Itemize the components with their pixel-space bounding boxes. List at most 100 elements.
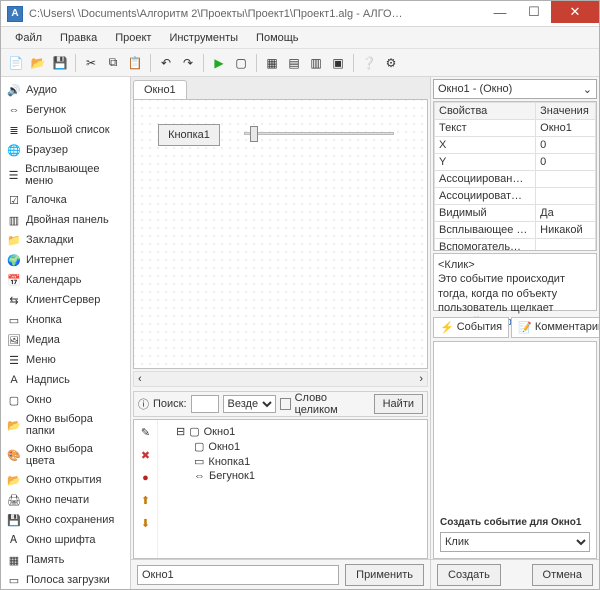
designer-canvas[interactable]: Кнопка1 <box>133 99 428 369</box>
undo-icon[interactable]: ↶ <box>157 54 175 72</box>
app-icon: A <box>7 6 23 22</box>
toolbox-label: Аудио <box>26 84 57 96</box>
tree-root-label: Окно1 <box>204 426 236 438</box>
apply-button[interactable]: Применить <box>345 564 424 586</box>
toolbox-label: Закладки <box>26 234 74 246</box>
design-button1[interactable]: Кнопка1 <box>158 124 220 146</box>
toolbox-item[interactable]: ≣Большой список <box>3 121 128 139</box>
toolbox-label: Кнопка <box>26 314 62 326</box>
object-tree-panel: ✎ ✖ ● ⬆ ⬇ ⊟▢Окно1 ▢Окно1 ▭Кнопка1 ⇔Бегун… <box>133 419 428 559</box>
toolbox-item[interactable]: ▦Память <box>3 551 128 569</box>
object-tree[interactable]: ⊟▢Окно1 ▢Окно1 ▭Кнопка1 ⇔Бегунок1 <box>158 420 427 558</box>
toolbox-item[interactable]: 🔊 Аудио <box>3 81 128 99</box>
toolbox-icon: ⇆ <box>7 293 21 307</box>
toolbox-icon: 🔊 <box>7 83 21 97</box>
slider-icon: ⇔ <box>194 470 205 482</box>
find-button[interactable]: Найти <box>374 394 423 414</box>
toolbox-item[interactable]: ☰Меню <box>3 351 128 369</box>
tree-edit-icon[interactable]: ✎ <box>141 426 150 439</box>
note-icon: 📝 <box>518 321 532 334</box>
menu-help[interactable]: Помощь <box>248 30 307 46</box>
copy-icon[interactable]: ⧉ <box>104 54 122 72</box>
info-icon[interactable]: ⓘ <box>138 396 149 412</box>
tab-comments[interactable]: 📝Комментарии <box>511 317 599 338</box>
search-scope-select[interactable]: Везде <box>223 395 276 413</box>
menu-project[interactable]: Проект <box>107 30 159 46</box>
toolbox-item[interactable]: 💾Окно сохранения <box>3 511 128 529</box>
tab-window1[interactable]: Окно1 <box>133 80 187 99</box>
toolbox-item[interactable]: ▥Двойная панель <box>3 211 128 229</box>
collapse-icon[interactable]: ⊟ <box>176 425 185 438</box>
tool-icon-4[interactable]: ▣ <box>329 54 347 72</box>
paste-icon[interactable]: 📋 <box>126 54 144 72</box>
close-button[interactable]: ✕ <box>551 1 599 23</box>
toolbox-item[interactable]: ᎪОкно шрифта <box>3 531 128 549</box>
menubar: Файл Правка Проект Инструменты Помощь <box>1 27 599 49</box>
new-icon[interactable]: 📄 <box>7 54 25 72</box>
toolbox-label: Календарь <box>26 274 82 286</box>
stop-icon[interactable]: ▢ <box>232 54 250 72</box>
create-button[interactable]: Создать <box>437 564 501 586</box>
event-type-select[interactable]: Клик <box>440 532 590 552</box>
toolbox-item[interactable]: 📂Окно выбора папки <box>3 411 128 439</box>
toolbox-icon: ☰ <box>7 353 21 367</box>
toolbox-item[interactable]: ▭Кнопка <box>3 311 128 329</box>
menu-tools[interactable]: Инструменты <box>161 30 246 46</box>
save-icon[interactable]: 💾 <box>51 54 69 72</box>
toolbox-item[interactable]: 🖨Окно печати <box>3 491 128 509</box>
properties-grid[interactable]: СвойстваЗначенияТекстОкно1X0Y0Ассоцииров… <box>433 101 597 251</box>
run-icon[interactable]: ▶ <box>210 54 228 72</box>
toolbox-item[interactable]: 📂 Окно открытия <box>3 471 128 489</box>
menu-edit[interactable]: Правка <box>52 30 105 46</box>
toolbox-icon: ▦ <box>7 553 21 567</box>
lightning-icon: ⚡ <box>440 321 454 334</box>
toolbox-label: Всплывающее меню <box>25 163 124 187</box>
toolbox-item[interactable]: ▭Полоса загрузки <box>3 571 128 589</box>
tree-record-icon[interactable]: ● <box>142 472 149 484</box>
search-input[interactable] <box>191 395 219 413</box>
cut-icon[interactable]: ✂ <box>82 54 100 72</box>
toolbox-icon: ▭ <box>7 573 21 587</box>
toolbox-item[interactable]: ☑Галочка <box>3 191 128 209</box>
toolbox-label: Большой список <box>26 124 110 136</box>
toolbox-item[interactable]: AНадпись <box>3 371 128 389</box>
help-icon[interactable]: ❔ <box>360 54 378 72</box>
toolbox-icon: 📂 <box>7 473 21 487</box>
toolbox-label: Надпись <box>26 374 70 386</box>
toolbox-item[interactable]: 🌐Браузер <box>3 141 128 159</box>
minimize-button[interactable]: — <box>483 1 517 23</box>
toolbox-label: Окно открытия <box>26 474 102 486</box>
tree-delete-icon[interactable]: ✖ <box>141 449 150 462</box>
settings-icon[interactable]: ⚙ <box>382 54 400 72</box>
tool-icon-2[interactable]: ▤ <box>285 54 303 72</box>
tool-icon-3[interactable]: ▥ <box>307 54 325 72</box>
toolbox-item[interactable]: 🖼Медиа <box>3 331 128 349</box>
tree-up-icon[interactable]: ⬆ <box>141 494 150 507</box>
toolbox-icon: 🖼 <box>7 333 21 347</box>
toolbox-item[interactable]: 🎨Окно выбора цвета <box>3 441 128 469</box>
menu-file[interactable]: Файл <box>7 30 50 46</box>
toolbox-label: Бегунок <box>26 104 66 116</box>
redo-icon[interactable]: ↷ <box>179 54 197 72</box>
tree-down-icon[interactable]: ⬇ <box>141 517 150 530</box>
maximize-button[interactable]: ☐ <box>517 1 551 23</box>
design-slider1[interactable] <box>244 122 394 144</box>
tool-icon-1[interactable]: ▦ <box>263 54 281 72</box>
canvas-scrollbar[interactable]: ‹› <box>133 371 428 387</box>
toolbox-item[interactable]: ⇆КлиентСервер <box>3 291 128 309</box>
tab-events[interactable]: ⚡События <box>433 317 509 338</box>
toolbox-item[interactable]: ⇔Бегунок <box>3 101 128 119</box>
toolbox-item[interactable]: 🌍Интернет <box>3 251 128 269</box>
toolbox-item[interactable]: 📅Календарь <box>3 271 128 289</box>
toolbox-item[interactable]: ▢Окно <box>3 391 128 409</box>
object-selector[interactable]: Окно1 - (Окно) ⌄ <box>433 79 597 99</box>
cancel-button[interactable]: Отмена <box>532 564 593 586</box>
whole-word-checkbox[interactable] <box>280 398 291 410</box>
toolbox-label: Двойная панель <box>26 214 109 226</box>
toolbox-label: Окно шрифта <box>26 534 96 546</box>
toolbox-item[interactable]: ☰Всплывающее меню <box>3 161 128 189</box>
open-icon[interactable]: 📂 <box>29 54 47 72</box>
tree-item-label: Бегунок1 <box>209 470 255 482</box>
object-name-input[interactable] <box>137 565 339 585</box>
toolbox-item[interactable]: 📁Закладки <box>3 231 128 249</box>
